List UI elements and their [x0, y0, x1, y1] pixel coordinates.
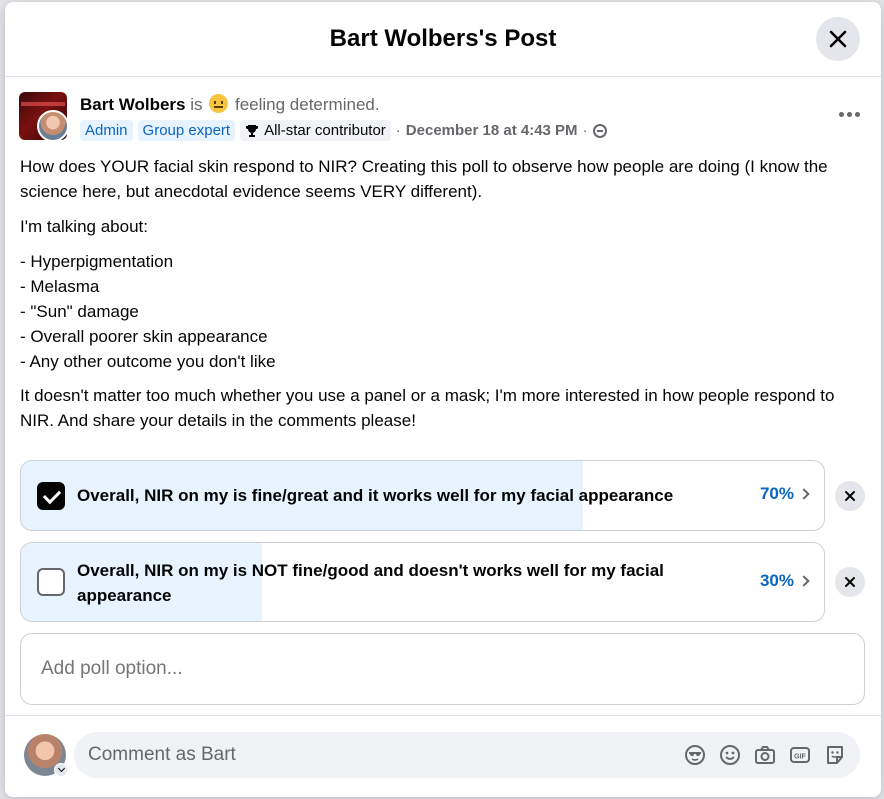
- modal-header: Bart Wolbers's Post: [5, 2, 881, 77]
- more-dot-icon: [838, 111, 844, 117]
- comment-composer: GIF: [24, 732, 864, 778]
- poll-option[interactable]: Overall, NIR on my is NOT fine/good and …: [20, 542, 825, 622]
- divider: [5, 715, 881, 716]
- all-star-badge[interactable]: All-star contributor: [240, 120, 391, 141]
- chevron-right-icon: [798, 575, 810, 587]
- admin-badge[interactable]: Admin: [80, 120, 133, 141]
- more-dot-icon: [846, 111, 852, 117]
- chevron-right-icon: [798, 488, 810, 500]
- svg-text:GIF: GIF: [794, 754, 806, 761]
- remove-option-button[interactable]: [835, 481, 865, 511]
- comment-box[interactable]: GIF: [74, 732, 860, 778]
- close-icon: [845, 491, 855, 501]
- poll-percent-value: 30%: [759, 571, 794, 590]
- poll-percent[interactable]: 30%: [759, 571, 810, 591]
- remove-option-button[interactable]: [835, 567, 865, 597]
- is-word: is: [190, 95, 203, 114]
- close-icon: [845, 577, 855, 587]
- chevron-down-icon: [57, 764, 65, 773]
- post-paragraph: It doesn't matter too much whether you u…: [20, 386, 835, 430]
- avatar-sticker-icon[interactable]: [683, 744, 706, 767]
- feeling-emoji-icon: [209, 94, 229, 113]
- more-dot-icon: [854, 111, 860, 117]
- post-paragraph: How does YOUR facial skin respond to NIR…: [20, 157, 828, 201]
- list-item: - "Sun" damage: [20, 302, 139, 321]
- poll-option-label: Overall, NIR on my is NOT fine/good and …: [77, 561, 664, 605]
- trophy-icon: [246, 124, 259, 137]
- feeling-text: feeling determined.: [234, 95, 380, 114]
- list-item: - Any other outcome you don't like: [20, 352, 276, 371]
- author-line: Bart Wolbers is feeling determined.: [80, 94, 380, 115]
- post-paragraph: I'm talking about:: [20, 217, 148, 236]
- profile-switch-button[interactable]: [54, 763, 68, 777]
- add-poll-option-input[interactable]: [20, 633, 865, 705]
- camera-icon[interactable]: [753, 744, 776, 767]
- sticker-icon[interactable]: [823, 744, 846, 767]
- more-options-button[interactable]: [829, 98, 869, 130]
- post-timestamp[interactable]: December 18 at 4:43 PM: [406, 122, 578, 139]
- all-star-label: All-star contributor: [264, 122, 386, 139]
- gif-icon[interactable]: GIF: [788, 744, 811, 767]
- poll-checkbox[interactable]: [37, 482, 65, 510]
- post-list: - Hyperpigmentation - Melasma - "Sun" da…: [20, 249, 865, 374]
- author-avatar[interactable]: [37, 110, 69, 142]
- poll-option[interactable]: Overall, NIR on my is fine/great and it …: [20, 460, 825, 531]
- poll-percent[interactable]: 70%: [759, 484, 810, 504]
- group-expert-badge[interactable]: Group expert: [137, 120, 236, 141]
- author-name[interactable]: Bart Wolbers: [80, 95, 186, 114]
- poll-checkbox[interactable]: [37, 568, 65, 596]
- list-item: - Hyperpigmentation: [20, 252, 174, 271]
- meta-separator-2: ·: [582, 122, 588, 139]
- modal-title: Bart Wolbers's Post: [329, 25, 557, 52]
- comment-input[interactable]: [88, 744, 683, 766]
- post-modal: Bart Wolbers's Post Bart Wolbers is feel…: [5, 2, 881, 797]
- poll-percent-value: 70%: [759, 484, 794, 503]
- post-author-row: Bart Wolbers is feeling determined. Admi…: [19, 92, 869, 144]
- comment-tools: GIF: [683, 744, 860, 767]
- emoji-icon[interactable]: [718, 744, 741, 767]
- close-icon: [829, 30, 847, 48]
- list-item: - Melasma: [20, 277, 100, 296]
- close-button[interactable]: [816, 17, 860, 61]
- meta-separator: ·: [395, 122, 401, 139]
- list-item: - Overall poorer skin appearance: [20, 327, 268, 346]
- post-meta: · December 18 at 4:43 PM ·: [396, 122, 607, 139]
- post-body: How does YOUR facial skin respond to NIR…: [20, 154, 865, 443]
- privacy-icon[interactable]: [592, 123, 607, 138]
- author-badges: Admin Group expert All-star contributor …: [80, 120, 607, 141]
- poll-option-label: Overall, NIR on my is fine/great and it …: [77, 486, 674, 505]
